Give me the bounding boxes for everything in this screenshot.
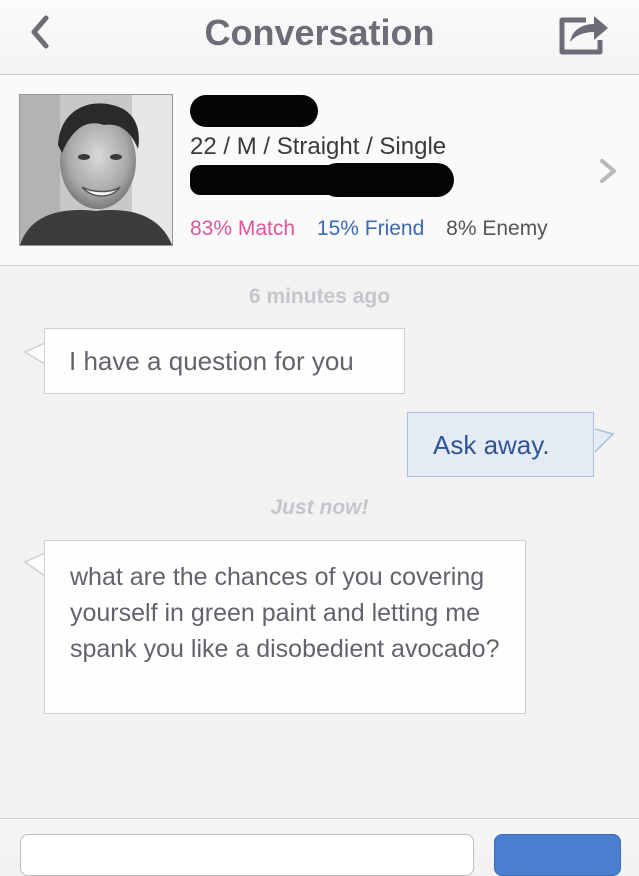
bubble-tail (594, 428, 615, 453)
profile-card[interactable]: 22 / M / Straight / Single 83% Match 15%… (0, 75, 639, 266)
compose-bar (0, 818, 639, 876)
nav-bar: Conversation (0, 0, 639, 75)
send-button[interactable] (494, 834, 621, 876)
sent-message: Ask away. (407, 412, 594, 477)
page-title: Conversation (204, 12, 435, 53)
share-icon[interactable] (556, 10, 612, 56)
received-message: what are the chances of you covering you… (44, 540, 526, 714)
friend-percent: 15% Friend (316, 217, 425, 240)
message-input[interactable] (20, 834, 474, 876)
match-stats: 83% Match 15% Friend 8% Enemy (190, 217, 564, 241)
message-timestamp: 6 minutes ago (248, 285, 391, 308)
avatar[interactable] (19, 94, 173, 246)
message-timestamp: Just now! (270, 496, 369, 519)
enemy-percent: 8% Enemy (446, 217, 548, 240)
redaction-mark (190, 95, 318, 127)
redaction-mark (320, 163, 454, 197)
profile-details: 22 / M / Straight / Single (190, 133, 447, 160)
match-percent: 83% Match (190, 217, 296, 240)
received-message: I have a question for you (44, 328, 405, 394)
chevron-right-icon[interactable] (596, 157, 620, 185)
